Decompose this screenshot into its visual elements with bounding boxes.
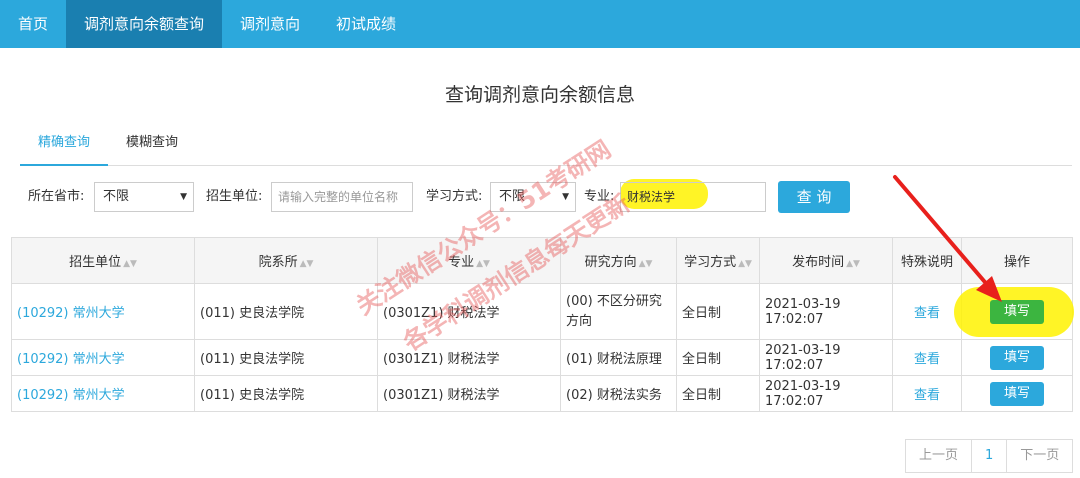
header-direction[interactable]: 研究方向 ▲▼ [560,237,677,284]
sort-icon: ▲▼ [846,259,860,269]
cell-action: 填写 [954,283,1074,340]
cell-mode: 全日制 [676,283,760,340]
current-page[interactable]: 1 [972,440,1008,472]
mode-select-value: 不限 [499,189,526,204]
nav-home[interactable]: 首页 [0,0,66,48]
cell-time: 2021-03-19 17:02:07 [759,375,893,412]
pagination: 上一页 1 下一页 [905,439,1074,473]
cell-time: 2021-03-19 17:02:07 [759,339,893,376]
mode-select[interactable]: 不限 ▼ [490,182,576,212]
table-row: (10292) 常州大学 (011) 史良法学院 (0301Z1) 财税法学 (… [11,283,1074,340]
cell-major: (0301Z1) 财税法学 [377,283,561,340]
header-note: 特殊说明 [892,237,962,284]
query-tabs: 精确查询 模糊查询 [20,126,1072,166]
major-input[interactable]: 财税法学 [620,182,766,212]
nav-adjust-intent[interactable]: 调剂意向 [222,0,318,48]
cell-direction: (02) 财税法实务 [560,375,677,412]
header-unit[interactable]: 招生单位 ▲▼ [11,237,195,284]
cell-dept: (011) 史良法学院 [194,375,378,412]
header-major[interactable]: 专业 ▲▼ [377,237,561,284]
province-select-value: 不限 [103,189,130,204]
table-row: (10292) 常州大学 (011) 史良法学院 (0301Z1) 财税法学 (… [11,339,1073,376]
province-label: 所在省市: [28,189,85,204]
prev-page-button[interactable]: 上一页 [906,440,973,472]
cell-unit[interactable]: (10292) 常州大学 [11,283,195,340]
results-table: 招生单位 ▲▼ 院系所 ▲▼ 专业 ▲▼ 研究方向 ▲▼ 学习方式 ▲▼ 发布时间 ▲▼ 特… [11,237,1074,412]
cell-direction: (01) 财税法原理 [560,339,677,376]
header-action: 操作 [961,237,1073,284]
header-mode[interactable]: 学习方式 ▲▼ [676,237,760,284]
mode-label: 学习方式: [426,189,483,204]
cell-note[interactable]: 查看 [892,375,962,412]
nav-initial-score[interactable]: 初试成绩 [318,0,414,48]
top-navbar: 首页 调剂意向余额查询 调剂意向 初试成绩 [0,0,1080,48]
query-button[interactable]: 查 询 [778,181,850,213]
unit-label: 招生单位: [206,189,263,204]
fill-button[interactable]: 填写 [990,381,1044,406]
page-title: 查询调剂意向余额信息 [444,84,635,106]
cell-direction: (00) 不区分研究方向 [560,283,677,340]
filter-row: 所在省市: 不限 ▼ 招生单位: 请输入完整的单位名称 学习方式: 不限 ▼ 专… [28,179,1068,213]
cell-action: 填写 [961,375,1073,412]
major-label: 专业: [584,189,615,204]
cell-time: 2021-03-19 17:02:07 [759,283,893,340]
tab-exact-query[interactable]: 精确查询 [20,126,109,166]
sort-icon: ▲▼ [476,259,490,269]
table-row: (10292) 常州大学 (011) 史良法学院 (0301Z1) 财税法学 (… [11,375,1073,412]
fill-button[interactable]: 填写 [990,299,1044,324]
cell-unit[interactable]: (10292) 常州大学 [11,375,195,412]
cell-major: (0301Z1) 财税法学 [377,375,561,412]
header-dept[interactable]: 院系所 ▲▼ [194,237,378,284]
cell-major: (0301Z1) 财税法学 [377,339,561,376]
sort-icon: ▲▼ [123,259,137,269]
cell-mode: 全日制 [676,339,760,376]
cell-unit[interactable]: (10292) 常州大学 [11,339,195,376]
cell-dept: (011) 史良法学院 [194,283,378,340]
header-time[interactable]: 发布时间 ▲▼ [759,237,893,284]
caret-down-icon: ▼ [180,192,187,202]
tab-fuzzy-query[interactable]: 模糊查询 [108,126,196,165]
cell-note[interactable]: 查看 [892,283,962,340]
caret-down-icon: ▼ [562,192,569,202]
province-select[interactable]: 不限 ▼ [94,182,194,212]
sort-icon: ▲▼ [738,259,752,269]
sort-icon: ▲▼ [299,259,314,269]
cell-note[interactable]: 查看 [892,339,962,376]
sort-icon: ▲▼ [638,259,653,269]
view-link: 查看 [913,388,940,403]
nav-adjust-balance-query[interactable]: 调剂意向余额查询 [66,0,223,48]
view-link: 查看 [913,306,940,321]
next-page-button[interactable]: 下一页 [1007,440,1072,472]
table-header-row: 招生单位 ▲▼ 院系所 ▲▼ 专业 ▲▼ 研究方向 ▲▼ 学习方式 ▲▼ 发布时间 ▲▼ 特… [11,237,1073,284]
cell-dept: (011) 史良法学院 [194,339,378,376]
cell-action: 填写 [961,339,1073,376]
unit-input[interactable]: 请输入完整的单位名称 [271,182,413,212]
fill-button[interactable]: 填写 [990,345,1044,370]
cell-mode: 全日制 [676,375,760,412]
view-link: 查看 [913,352,940,367]
